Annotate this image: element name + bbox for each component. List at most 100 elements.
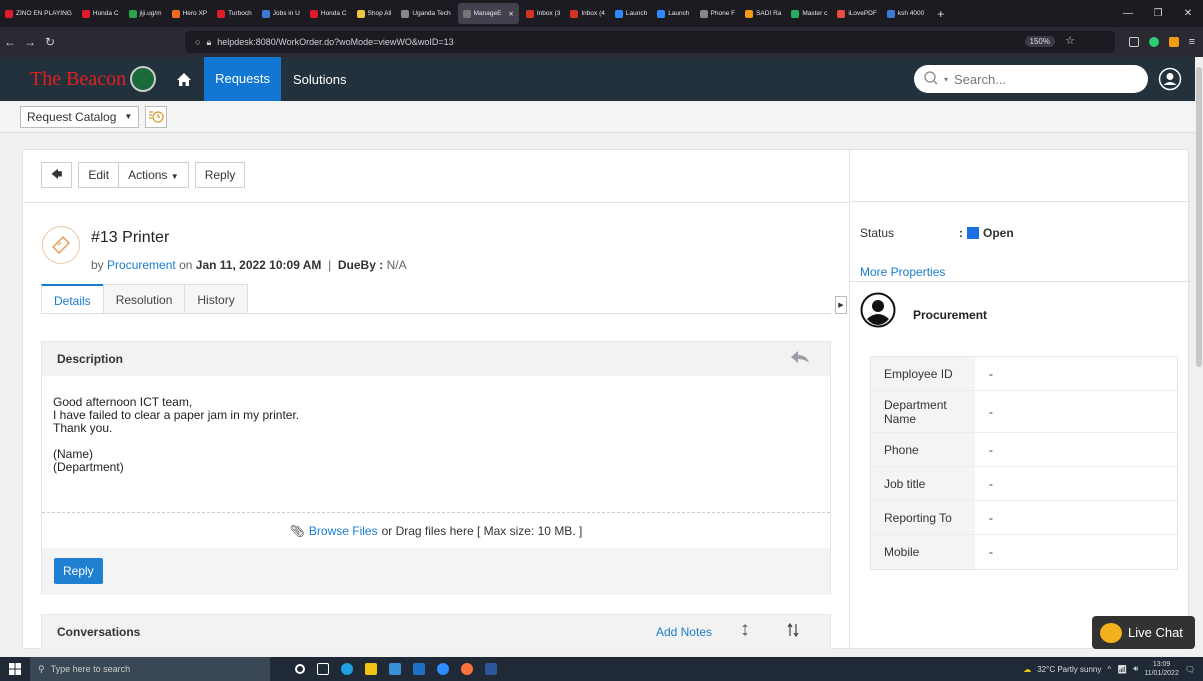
edit-actions-group: Edit Actions ▼	[78, 162, 189, 188]
browser-tab[interactable]: Launch	[610, 0, 652, 27]
description-panel: Description Good afternoon ICT team, I h…	[41, 341, 831, 595]
app-icon[interactable]	[437, 663, 449, 675]
add-notes-link[interactable]: Add Notes	[656, 625, 712, 639]
vertical-scrollbar[interactable]	[1195, 57, 1203, 649]
browser-tab[interactable]: Hero XP	[167, 0, 213, 27]
pocket-icon[interactable]	[1128, 37, 1139, 47]
request-catalog-dropdown[interactable]: Request Catalog ▼	[20, 105, 140, 128]
browser-tab[interactable]: Phone F	[695, 0, 741, 27]
system-tray: ☁ 32°C Partly sunny ^ 📶︎ 🔊︎ 13:09 11/01/2…	[1023, 657, 1195, 681]
volume-icon[interactable]: 🔊︎	[1133, 664, 1138, 674]
close-window-icon[interactable]: ✕	[1173, 8, 1203, 19]
close-tab-icon[interactable]: ✕	[508, 10, 513, 18]
requester-name: Procurement	[913, 308, 988, 322]
timer-icon[interactable]	[145, 105, 168, 128]
bookmark-star-icon[interactable]: ☆	[1065, 34, 1075, 47]
url-bar[interactable]: ○ 🔒︎ helpdesk:8080/WorkOrder.do?woMode=v…	[185, 31, 1115, 53]
browser-tab[interactable]: Honda C	[305, 0, 352, 27]
attachment-dropzone[interactable]: 📎︎ Browse Files or Drag files here [ Max…	[42, 512, 830, 548]
browser-tab[interactable]: Master c	[786, 0, 832, 27]
new-tab-icon[interactable]: +	[929, 7, 952, 21]
divider	[850, 281, 1191, 282]
forward-icon[interactable]: →	[20, 35, 40, 49]
scrollbar-thumb[interactable]	[1196, 67, 1202, 367]
clock[interactable]: 13:09 11/01/2022	[1144, 660, 1179, 678]
edit-button[interactable]: Edit	[79, 163, 118, 187]
tab-history[interactable]: History	[184, 284, 248, 314]
tab-favicon	[837, 9, 846, 18]
user-profile-icon[interactable]	[1158, 67, 1182, 91]
edge-icon[interactable]	[341, 663, 353, 675]
chevron-up-icon[interactable]: ^	[1107, 665, 1111, 674]
browse-files-link[interactable]: Browse Files	[309, 524, 378, 538]
chat-bubble-icon	[1100, 622, 1122, 643]
firefox-icon[interactable]	[461, 663, 473, 675]
browser-tab-active[interactable]: ManageE ✕	[457, 3, 519, 24]
browser-tab[interactable]: Jobs in U	[257, 0, 305, 27]
home-icon[interactable]	[170, 65, 198, 93]
weather-icon: ☁	[1023, 664, 1032, 674]
nav-requests[interactable]: Requests	[204, 57, 281, 101]
minimize-icon[interactable]: —	[1113, 8, 1143, 19]
mail-icon[interactable]	[413, 663, 425, 675]
shield-icon: ○	[195, 37, 201, 47]
extension-icon[interactable]	[1148, 37, 1159, 47]
reply-top-button[interactable]: Reply	[194, 162, 246, 188]
status-value[interactable]: : Open	[959, 226, 1014, 240]
tab-resolution[interactable]: Resolution	[102, 284, 186, 314]
browser-tab[interactable]: Inbox (4	[565, 0, 610, 27]
browser-tab[interactable]: Launch	[652, 0, 694, 27]
browser-tab[interactable]: Uganda Tech	[396, 0, 455, 27]
status-label: Status	[860, 226, 895, 240]
brand-name: The Beacon	[30, 67, 127, 90]
word-icon[interactable]	[485, 663, 497, 675]
menu-icon[interactable]: ≡	[1189, 36, 1195, 48]
tab-details[interactable]: Details	[41, 284, 104, 314]
back-icon[interactable]: ←	[0, 35, 20, 49]
task-view-icon[interactable]	[317, 663, 329, 675]
browser-tab[interactable]: Turboch	[212, 0, 257, 27]
ticket-title: #13 Printer	[91, 229, 170, 246]
back-button[interactable]: 🡄	[41, 162, 73, 188]
sort-icon[interactable]	[786, 622, 800, 640]
store-icon[interactable]	[389, 663, 401, 675]
tabs-underline	[41, 313, 831, 314]
browser-tab[interactable]: ZINO EN PLAYING	[0, 0, 77, 27]
browser-tab[interactable]: SADI Ra	[740, 0, 786, 27]
windows-taskbar: ⚲ Type here to search ☁ 32°C Partly sunn…	[0, 657, 1203, 681]
more-properties-link[interactable]: More Properties	[860, 265, 945, 279]
weather-text[interactable]: 32°C Partly sunny	[1037, 665, 1101, 674]
cortana-icon[interactable]	[295, 664, 305, 674]
chevron-down-icon[interactable]: ▾	[944, 75, 948, 84]
tab-favicon	[462, 9, 471, 18]
taskbar-search[interactable]: ⚲ Type here to search	[30, 657, 270, 681]
network-icon[interactable]: 📶︎	[1117, 665, 1127, 674]
collapse-panel-icon[interactable]: ▶	[835, 296, 847, 314]
browser-tab[interactable]: ksh 4000	[882, 0, 929, 27]
extension-icon[interactable]	[1168, 37, 1179, 47]
requester-link[interactable]: Procurement	[107, 258, 176, 272]
tab-favicon	[128, 9, 137, 18]
browser-tab[interactable]: Honda C	[77, 0, 124, 27]
search-input[interactable]: ▾ Search...	[914, 65, 1148, 93]
browser-tab[interactable]: iLovePDF	[832, 0, 882, 27]
notifications-icon[interactable]: 🗨︎	[1185, 665, 1195, 674]
browser-navbar: ← → ↻ ○ 🔒︎ helpdesk:8080/WorkOrder.do?wo…	[0, 27, 1203, 57]
browser-tab[interactable]: Inbox (3	[521, 0, 566, 27]
reply-arrow-icon[interactable]	[790, 350, 810, 366]
windows-start-icon[interactable]	[0, 663, 30, 675]
restore-icon[interactable]: ❐	[1143, 8, 1173, 19]
live-chat-button[interactable]: Live Chat	[1092, 616, 1195, 649]
conversations-heading: Conversations	[57, 625, 141, 639]
file-explorer-icon[interactable]	[365, 663, 377, 675]
browser-tab[interactable]: jiji.ug/m	[124, 0, 167, 27]
actions-dropdown[interactable]: Actions ▼	[118, 163, 188, 187]
browser-tab[interactable]: Shop All	[352, 0, 397, 27]
expand-collapse-icon[interactable]	[740, 623, 750, 640]
tab-favicon	[309, 9, 318, 18]
reply-button[interactable]: Reply	[54, 558, 103, 584]
horizontal-scrollbar[interactable]	[0, 649, 1203, 657]
reload-icon[interactable]: ↻	[40, 35, 60, 49]
nav-solutions[interactable]: Solutions	[281, 72, 358, 87]
zoom-level[interactable]: 150%	[1024, 36, 1055, 47]
